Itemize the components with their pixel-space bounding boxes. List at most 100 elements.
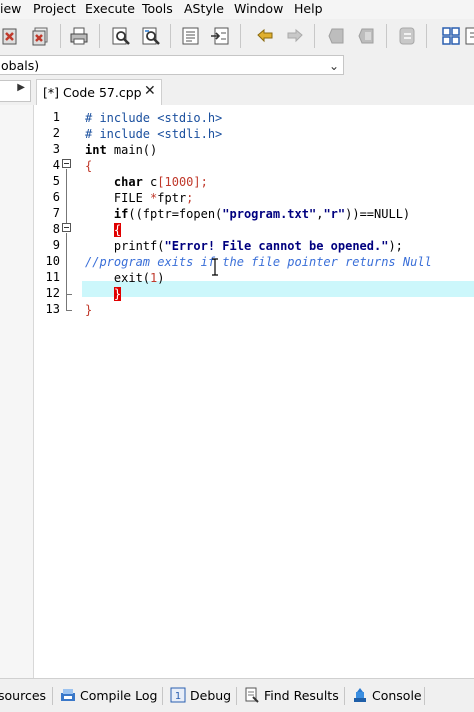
tab-separator <box>162 687 163 705</box>
code-line-2: # include <stdli.h> <box>85 127 223 141</box>
scope-value: obals) <box>1 58 40 73</box>
close-file-button[interactable] <box>0 25 22 47</box>
code-line-7: if((fptr=fopen("program.txt","r"))==NULL… <box>113 207 411 221</box>
fold-toggle-if[interactable] <box>62 223 71 232</box>
code-line-12: } <box>113 287 122 301</box>
line-number: 6 <box>52 190 60 204</box>
toolbar-separator <box>60 24 61 48</box>
tab-separator <box>236 687 237 705</box>
forward-arrow-icon <box>287 28 303 43</box>
find-button[interactable] <box>110 25 132 47</box>
line-number: 1 <box>52 110 60 124</box>
bottom-panel-tabs: sources Compile Log 1 Debug Find Results… <box>0 678 474 712</box>
fold-guide <box>66 169 67 223</box>
back-arrow-icon <box>257 28 273 43</box>
fold-end-marker <box>66 310 72 311</box>
code-line-9: printf("Error! File cannot be opened."); <box>85 239 403 253</box>
chevron-right-icon: ▶ <box>17 82 25 93</box>
line-number: 4 <box>52 158 60 172</box>
new-project-button[interactable] <box>464 25 474 47</box>
toolbar-separator <box>314 24 315 48</box>
tab-label: [*] Code 57.cpp <box>43 85 142 100</box>
code-line-6: FILE *fptr; <box>85 191 194 205</box>
menu-help[interactable]: Help <box>294 1 323 16</box>
toolbar-separator <box>170 24 171 48</box>
chevron-down-icon: ⌄ <box>328 59 339 73</box>
printer-icon <box>70 27 88 45</box>
tab-separator <box>52 687 53 705</box>
line-number: 8 <box>52 222 60 236</box>
line-number: 2 <box>52 126 60 140</box>
grid-icon <box>442 27 460 45</box>
code-line-3: int main() <box>85 143 158 157</box>
line-number: 3 <box>52 142 60 156</box>
toolbar-separator <box>99 24 100 48</box>
close-file-icon <box>2 28 17 45</box>
tab-label: Compile Log <box>80 688 158 703</box>
find-icon <box>112 27 130 45</box>
print-button[interactable] <box>68 25 90 47</box>
close-all-icon <box>32 27 48 46</box>
line-number: 12 <box>45 286 60 300</box>
replace-button[interactable] <box>140 25 162 47</box>
code-line-13: } <box>85 303 93 317</box>
indent-button[interactable] <box>396 25 418 47</box>
text-cursor-icon <box>212 258 218 276</box>
line-number: 10 <box>45 254 60 268</box>
bookmark-icon <box>328 28 344 44</box>
new-project-icon <box>465 27 474 45</box>
code-line-1: # include <stdio.h> <box>85 111 223 125</box>
forward-button[interactable] <box>284 25 306 47</box>
code-editor[interactable]: 1 2 3 4 5 6 7 8 9 10 11 12 13 # include … <box>34 105 474 678</box>
toolbar-separator <box>240 24 241 48</box>
line-number: 13 <box>45 302 60 316</box>
goto-line-button[interactable] <box>180 25 202 47</box>
line-number-gutter: 1 2 3 4 5 6 7 8 9 10 11 12 13 <box>34 105 82 678</box>
code-line-4: { <box>85 159 93 173</box>
line-number: 5 <box>52 174 60 188</box>
toggle-bookmark-button[interactable] <box>326 25 348 47</box>
fold-margin <box>62 105 76 678</box>
scope-bar: obals) ⌄ <box>0 53 474 78</box>
bookmark-goto-icon <box>358 28 374 44</box>
tab-label: Find Results <box>264 688 339 703</box>
goto-bookmark-button[interactable] <box>356 25 378 47</box>
code-line-11: exit(1) <box>85 271 165 285</box>
tab-label: Debug <box>190 688 232 703</box>
menu-bar: iew Project Execute Tools AStyle Window … <box>0 0 474 19</box>
menu-execute[interactable]: Execute <box>85 1 135 16</box>
svg-text:1: 1 <box>175 691 181 702</box>
menu-window[interactable]: Window <box>234 1 283 16</box>
menu-astyle[interactable]: AStyle <box>184 1 224 16</box>
console-icon <box>354 688 366 702</box>
toolbar-separator <box>426 24 427 48</box>
replace-icon <box>142 27 160 45</box>
fold-toggle-main[interactable] <box>62 159 71 168</box>
menu-view[interactable]: iew <box>0 1 21 16</box>
debug-icon: 1 <box>170 687 186 703</box>
compile-log-icon <box>61 689 75 701</box>
menu-project[interactable]: Project <box>33 1 76 16</box>
back-button[interactable] <box>254 25 276 47</box>
code-line-10: //program exits if the file pointer retu… <box>85 255 432 269</box>
code-line-8: { <box>113 223 122 237</box>
tab-code-57-cpp[interactable]: [*] Code 57.cpp ✕ <box>36 79 162 105</box>
find-results-icon <box>245 687 259 703</box>
goto-line-icon <box>182 27 199 45</box>
tab-separator <box>424 687 425 705</box>
close-icon[interactable]: ✕ <box>144 83 156 99</box>
scope-dropdown[interactable]: obals) ⌄ <box>0 55 344 75</box>
class-browser-button[interactable] <box>440 25 462 47</box>
line-number: 11 <box>45 270 60 284</box>
menu-tools[interactable]: Tools <box>142 1 173 16</box>
fold-guide <box>66 233 67 310</box>
indent-icon <box>399 27 415 45</box>
goto-function-icon <box>211 27 229 45</box>
pane-scroll-button[interactable]: ▶ <box>0 80 31 102</box>
tab-separator <box>344 687 345 705</box>
tab-label: Console <box>372 688 422 703</box>
close-all-button[interactable] <box>30 25 52 47</box>
line-number: 7 <box>52 206 60 220</box>
project-browser-pane <box>0 105 34 678</box>
goto-function-button[interactable] <box>209 25 231 47</box>
